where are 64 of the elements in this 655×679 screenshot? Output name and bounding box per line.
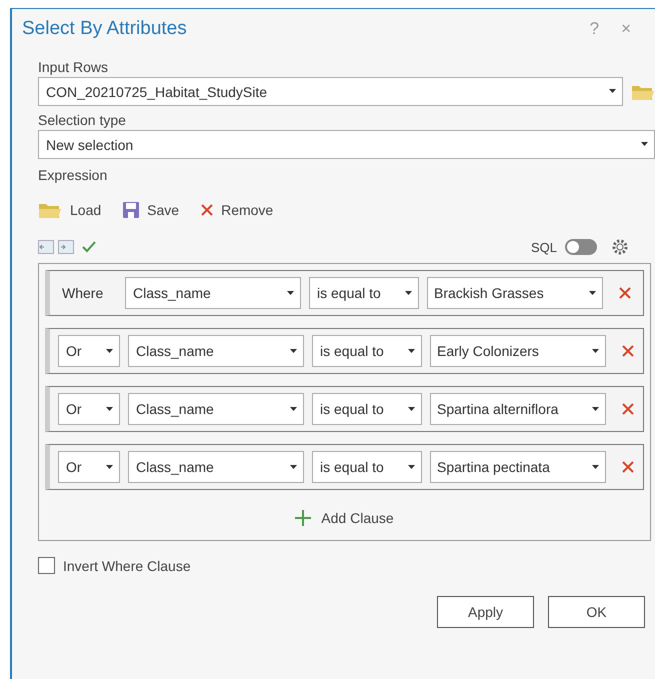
caret-icon bbox=[589, 290, 596, 296]
load-button[interactable]: Load bbox=[38, 201, 102, 219]
window-title: Select By Attributes bbox=[22, 18, 188, 40]
caret-icon bbox=[106, 464, 113, 470]
save-button[interactable]: Save bbox=[123, 202, 180, 218]
field-label: Selection type bbox=[38, 112, 127, 128]
field-dropdown[interactable]: Class_name bbox=[128, 393, 304, 425]
where-label: Where bbox=[61, 285, 104, 301]
sql-label: SQL bbox=[530, 240, 557, 254]
operator-dropdown[interactable]: is equal to bbox=[312, 393, 422, 425]
selection-type-dropdown[interactable]: New selection bbox=[38, 130, 655, 159]
connector-dropdown[interactable]: Or bbox=[58, 393, 120, 425]
caret-icon bbox=[592, 348, 599, 354]
value-dropdown[interactable]: Early Colonizers bbox=[430, 335, 606, 367]
dialog-button[interactable]: Apply bbox=[437, 596, 534, 628]
operator-dropdown[interactable]: is equal to bbox=[312, 451, 422, 483]
checkmark-icon[interactable] bbox=[82, 241, 96, 253]
caret-icon bbox=[290, 348, 297, 354]
caret-icon bbox=[408, 464, 415, 470]
operator-dropdown[interactable]: is equal to bbox=[312, 335, 422, 367]
caret-icon bbox=[408, 406, 415, 412]
folder-icon bbox=[38, 201, 62, 219]
x-icon bbox=[622, 461, 634, 473]
connector-dropdown[interactable]: Or bbox=[58, 335, 120, 367]
delete-button[interactable] bbox=[620, 459, 636, 475]
caret-icon bbox=[290, 464, 297, 470]
remove-button[interactable]: Remove bbox=[201, 202, 274, 218]
field-dropdown[interactable]: Class_name bbox=[128, 335, 304, 367]
x-icon bbox=[201, 204, 214, 216]
x-icon bbox=[619, 287, 631, 299]
caret-icon bbox=[405, 290, 412, 296]
checkbox-label: Invert Where Clause bbox=[63, 558, 191, 574]
caret-icon bbox=[592, 406, 599, 412]
value-dropdown[interactable]: Spartina pectinata bbox=[430, 451, 606, 483]
section-label: Expression bbox=[38, 167, 108, 183]
value-dropdown[interactable]: Brackish Grasses bbox=[427, 277, 603, 309]
indent-icon[interactable] bbox=[58, 240, 74, 254]
caret-icon bbox=[106, 406, 113, 412]
value-dropdown[interactable]: Spartina alterniflora bbox=[430, 393, 606, 425]
sql-toggle[interactable] bbox=[565, 239, 597, 255]
delete-button[interactable] bbox=[620, 401, 636, 417]
caret-icon bbox=[106, 348, 113, 354]
field-dropdown[interactable]: Class_name bbox=[125, 277, 301, 309]
outdent-icon[interactable] bbox=[38, 240, 54, 254]
add-clause-button[interactable]: Add Clause bbox=[295, 502, 394, 540]
input-rows-dropdown[interactable]: CON_20210725_Habitat_StudySite bbox=[38, 77, 623, 106]
checkbox[interactable] bbox=[38, 557, 55, 574]
caret-icon bbox=[287, 290, 294, 296]
plus-icon bbox=[295, 510, 312, 526]
caret-icon bbox=[592, 464, 599, 470]
caret-icon bbox=[641, 142, 648, 147]
caret-icon bbox=[408, 348, 415, 354]
settings-icon[interactable] bbox=[611, 238, 629, 256]
x-icon bbox=[622, 403, 634, 415]
x-icon bbox=[622, 345, 634, 357]
delete-button[interactable] bbox=[617, 285, 633, 301]
field-label: Input Rows bbox=[38, 59, 110, 75]
caret-icon bbox=[290, 406, 297, 412]
connector-dropdown[interactable]: Or bbox=[58, 451, 120, 483]
caret-icon bbox=[609, 89, 616, 94]
field-dropdown[interactable]: Class_name bbox=[128, 451, 304, 483]
delete-button[interactable] bbox=[620, 343, 636, 359]
dialog-button[interactable]: OK bbox=[548, 596, 645, 628]
operator-dropdown[interactable]: is equal to bbox=[309, 277, 419, 309]
